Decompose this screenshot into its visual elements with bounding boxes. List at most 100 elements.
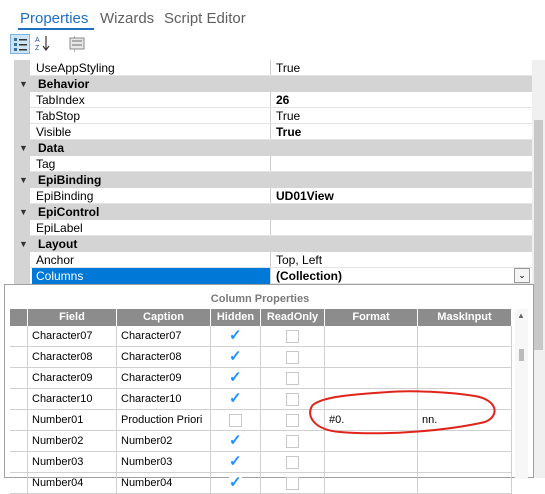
row-selector[interactable] — [10, 368, 28, 388]
property-value[interactable]: (Collection) — [276, 269, 342, 283]
property-value[interactable]: 26 — [276, 93, 289, 107]
cell-caption[interactable]: Number04 — [117, 473, 211, 493]
hidden-checkbox[interactable]: ✓ — [229, 370, 242, 385]
header-maskinput[interactable]: MaskInput — [418, 309, 512, 326]
cell-field[interactable]: Character10 — [28, 389, 117, 409]
cell-format[interactable] — [325, 368, 418, 388]
row-selector[interactable] — [10, 473, 28, 493]
cell-field[interactable]: Character08 — [28, 347, 117, 367]
property-row[interactable]: UseAppStyling True — [14, 60, 532, 76]
readonly-checkbox[interactable] — [286, 456, 299, 469]
hidden-checkbox[interactable]: ✓ — [229, 391, 242, 406]
row-selector-header[interactable] — [10, 309, 28, 326]
category-row[interactable]: ▼ Layout — [14, 236, 532, 252]
tab-script-editor[interactable]: Script Editor — [164, 10, 246, 27]
property-value[interactable]: True — [276, 109, 300, 123]
cell-format[interactable] — [325, 347, 418, 367]
categorized-button[interactable] — [10, 34, 30, 54]
cell-caption[interactable]: Number03 — [117, 452, 211, 472]
readonly-checkbox[interactable] — [286, 477, 299, 490]
popup-title: Column Properties — [210, 293, 310, 305]
cell-field[interactable]: Character09 — [28, 368, 117, 388]
header-field[interactable]: Field — [28, 309, 117, 326]
cell-maskinput[interactable] — [418, 326, 512, 346]
hidden-checkbox[interactable]: ✓ — [229, 433, 242, 448]
table-row[interactable]: Number03 Number03 ✓ — [10, 452, 512, 473]
dropdown-arrow-icon[interactable]: ⌄ — [514, 268, 530, 283]
category-row[interactable]: ▼ Data — [14, 140, 532, 156]
cell-caption[interactable]: Production Priori — [117, 410, 211, 430]
hidden-checkbox[interactable]: ✓ — [229, 475, 242, 490]
property-row[interactable]: Visible True — [14, 124, 532, 140]
collapse-chevron-icon[interactable]: ▼ — [19, 79, 28, 89]
cell-format[interactable] — [325, 473, 418, 493]
cell-field[interactable]: Number03 — [28, 452, 117, 472]
category-row[interactable]: ▼ Behavior — [14, 76, 532, 92]
cell-caption[interactable]: Character08 — [117, 347, 211, 367]
cell-maskinput[interactable] — [418, 347, 512, 367]
header-hidden[interactable]: Hidden — [211, 309, 261, 326]
property-row[interactable]: TabStop True — [14, 108, 532, 124]
property-row[interactable]: TabIndex 26 — [14, 92, 532, 108]
property-row[interactable]: Anchor Top, Left — [14, 252, 532, 268]
tab-wizards[interactable]: Wizards — [100, 10, 154, 27]
cell-field[interactable]: Character07 — [28, 326, 117, 346]
table-row[interactable]: Number04 Number04 ✓ — [10, 473, 512, 494]
header-format[interactable]: Format — [325, 309, 418, 326]
row-selector[interactable] — [10, 452, 28, 472]
cell-caption[interactable]: Character10 — [117, 389, 211, 409]
row-selector[interactable] — [10, 431, 28, 451]
tab-properties[interactable]: Properties — [20, 10, 88, 27]
readonly-checkbox[interactable] — [286, 351, 299, 364]
hidden-checkbox[interactable] — [229, 414, 242, 427]
collapse-chevron-icon[interactable]: ▼ — [19, 239, 28, 249]
property-row[interactable]: EpiLabel — [14, 220, 532, 236]
header-caption[interactable]: Caption — [117, 309, 211, 326]
property-row[interactable]: Tag — [14, 156, 532, 172]
cell-caption[interactable]: Character07 — [117, 326, 211, 346]
collapse-chevron-icon[interactable]: ▼ — [19, 175, 28, 185]
cell-format[interactable] — [325, 326, 418, 346]
row-selector[interactable] — [10, 389, 28, 409]
readonly-checkbox[interactable] — [286, 393, 299, 406]
popup-scrollbar-thumb[interactable] — [519, 349, 524, 361]
header-readonly[interactable]: ReadOnly — [261, 309, 325, 326]
category-row[interactable]: ▼ EpiBinding — [14, 172, 532, 188]
row-selector[interactable] — [10, 326, 28, 346]
cell-caption[interactable]: Character09 — [117, 368, 211, 388]
property-value[interactable]: True — [276, 125, 301, 139]
readonly-checkbox[interactable] — [286, 372, 299, 385]
scroll-up-icon[interactable]: ▲ — [517, 311, 525, 320]
category-row[interactable]: ▼ EpiControl — [14, 204, 532, 220]
cell-maskinput[interactable] — [418, 473, 512, 493]
cell-field[interactable]: Number01 — [28, 410, 117, 430]
readonly-checkbox[interactable] — [286, 414, 299, 427]
alphabetical-button[interactable]: A Z — [34, 34, 54, 54]
table-row[interactable]: Character07 Character07 ✓ — [10, 326, 512, 347]
property-row[interactable]: EpiBinding UD01View — [14, 188, 532, 204]
property-value[interactable]: True — [276, 61, 300, 75]
readonly-checkbox[interactable] — [286, 435, 299, 448]
property-row[interactable]: Columns (Collection) ⌄ — [14, 268, 532, 284]
row-selector[interactable] — [10, 347, 28, 367]
hidden-checkbox[interactable]: ✓ — [229, 454, 242, 469]
row-gutter — [14, 156, 30, 172]
property-value[interactable]: Top, Left — [276, 253, 322, 267]
cell-maskinput[interactable] — [418, 368, 512, 388]
scrollbar-thumb[interactable] — [534, 120, 543, 350]
property-value[interactable]: UD01View — [276, 189, 334, 203]
hidden-checkbox[interactable]: ✓ — [229, 328, 242, 343]
hidden-checkbox[interactable]: ✓ — [229, 349, 242, 364]
cell-format[interactable] — [325, 452, 418, 472]
cell-maskinput[interactable] — [418, 452, 512, 472]
cell-field[interactable]: Number02 — [28, 431, 117, 451]
readonly-checkbox[interactable] — [286, 330, 299, 343]
table-row[interactable]: Character08 Character08 ✓ — [10, 347, 512, 368]
row-selector[interactable] — [10, 410, 28, 430]
collapse-chevron-icon[interactable]: ▼ — [19, 207, 28, 217]
cell-caption[interactable]: Number02 — [117, 431, 211, 451]
cell-field[interactable]: Number04 — [28, 473, 117, 493]
popup-scrollbar[interactable]: ▲ — [515, 309, 528, 479]
property-pages-button[interactable] — [68, 34, 88, 54]
collapse-chevron-icon[interactable]: ▼ — [19, 143, 28, 153]
